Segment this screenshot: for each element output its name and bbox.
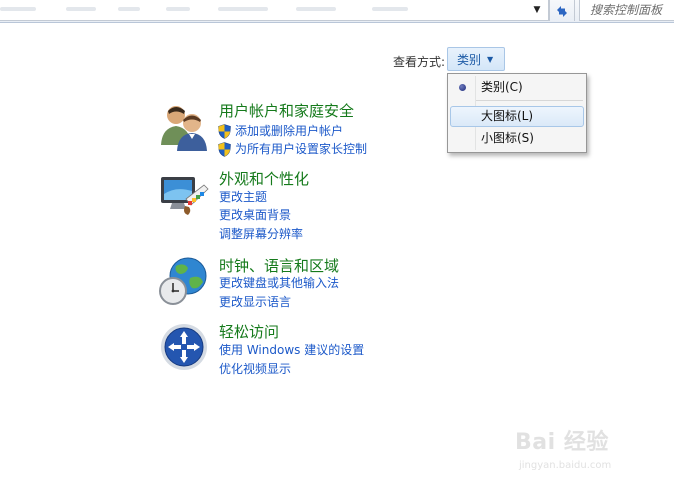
view-by-label: 查看方式: — [393, 55, 446, 69]
globe-clock-icon[interactable] — [158, 256, 210, 308]
search-field[interactable] — [579, 0, 674, 21]
breadcrumb-fragment — [118, 7, 140, 11]
users-icon[interactable] — [158, 101, 210, 153]
refresh-arrows-icon — [557, 5, 567, 17]
menu-item-label: 类别(C) — [481, 80, 523, 94]
link-change-theme[interactable]: 更改主题 — [219, 189, 267, 206]
view-by-dropdown-button[interactable]: 类别 ▼ — [447, 47, 505, 71]
view-by-selected-value: 类别 — [457, 52, 482, 67]
display-paint-icon[interactable] — [158, 169, 210, 221]
chevron-down-icon: ▼ — [487, 54, 494, 64]
link-change-desktop-background[interactable]: 更改桌面背景 — [219, 207, 291, 224]
menu-item-label: 小图标(S) — [481, 131, 534, 145]
baidu-watermark: Bai 经验 jingyan.baidu.com — [515, 420, 665, 482]
menu-item-category[interactable]: 类别(C) — [450, 77, 584, 98]
link-windows-recommended-settings[interactable]: 使用 Windows 建议的设置 — [219, 342, 364, 359]
menu-separator — [476, 100, 583, 101]
menu-item-large-icons[interactable]: 大图标(L) — [450, 106, 584, 127]
chevron-down-icon[interactable]: ▼ — [530, 3, 544, 17]
uac-shield-icon — [218, 124, 231, 139]
link-change-keyboard-input[interactable]: 更改键盘或其他输入法 — [219, 275, 339, 292]
watermark-text: Bai 经验 — [515, 430, 609, 455]
category-title[interactable]: 轻松访问 — [219, 322, 279, 342]
category-title[interactable]: 用户帐户和家庭安全 — [219, 101, 354, 121]
link-adjust-screen-resolution[interactable]: 调整屏幕分辨率 — [219, 226, 303, 243]
breadcrumb-fragment — [372, 7, 408, 11]
breadcrumb-fragment — [296, 7, 336, 11]
ease-of-access-icon[interactable] — [158, 322, 210, 374]
category-title[interactable]: 外观和个性化 — [219, 169, 309, 189]
link-add-remove-user-accounts[interactable]: 添加或删除用户帐户 — [235, 123, 343, 140]
category-title[interactable]: 时钟、语言和区域 — [219, 256, 339, 276]
refresh-button[interactable] — [549, 0, 575, 21]
link-optimize-visual-display[interactable]: 优化视频显示 — [219, 361, 291, 378]
menu-item-small-icons[interactable]: 小图标(S) — [450, 128, 584, 149]
address-field[interactable]: ▼ — [0, 0, 549, 21]
breadcrumb-fragment — [0, 7, 36, 11]
address-bar-strip: ▼ — [0, 0, 674, 23]
view-by-menu: 类别(C) 大图标(L) 小图标(S) — [447, 73, 587, 153]
link-change-display-language[interactable]: 更改显示语言 — [219, 294, 291, 311]
menu-item-label: 大图标(L) — [481, 109, 534, 123]
link-parental-controls[interactable]: 为所有用户设置家长控制 — [235, 141, 367, 158]
breadcrumb-fragment — [66, 7, 96, 11]
breadcrumb-fragment — [166, 7, 190, 11]
watermark-url: jingyan.baidu.com — [519, 460, 612, 471]
radio-selected-icon — [459, 84, 466, 91]
breadcrumb-fragment — [218, 7, 268, 11]
search-input[interactable] — [580, 0, 674, 19]
uac-shield-icon — [218, 142, 231, 157]
